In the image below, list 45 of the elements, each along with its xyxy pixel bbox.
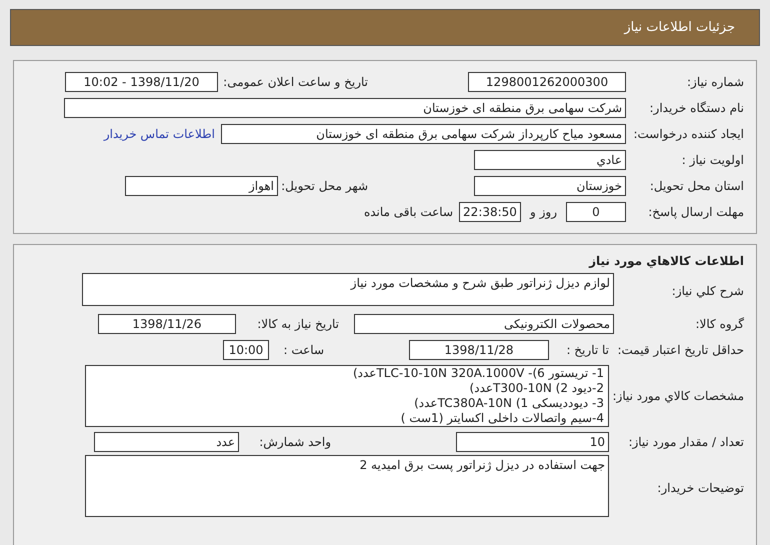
field-label: شماره نیاز: <box>686 74 744 91</box>
field-label: گروه کالا: <box>694 316 744 333</box>
field-label: مشخصات کالاي مورد نياز: <box>611 388 744 405</box>
spec-line: 1- تریستور 6)- TLC-10-10N 320A.1000Vعدد) <box>352 366 604 381</box>
field-label: تعداد / مقدار مورد نیاز: <box>627 434 744 451</box>
field-label: ساعت باقی مانده <box>362 204 454 221</box>
page-title: جزئیات اطلاعات نیاز <box>624 18 735 37</box>
text-field[interactable]: شرکت سهامی برق منطقه ای خوزستان <box>64 98 626 118</box>
text-field[interactable]: اهواز <box>125 176 278 196</box>
text-field[interactable]: 0 <box>566 202 626 222</box>
text-field[interactable]: مسعود میاح کارپرداز شرکت سهامی برق منطقه ای خوزستان <box>221 124 626 144</box>
text-field[interactable]: 1298001262000300 <box>468 72 626 92</box>
text-field[interactable]: عدد <box>94 432 239 452</box>
field-label: تا تاریخ : <box>565 342 609 359</box>
text-field[interactable]: 1398/11/26 <box>98 314 236 334</box>
text-field[interactable]: خوزستان <box>474 176 626 196</box>
field-label: توضیحات خریدار: <box>656 480 744 497</box>
field-label: نام دستگاه خریدار: <box>648 100 744 117</box>
field-label: ساعت : <box>282 342 324 359</box>
text-field[interactable]: عادي <box>474 150 626 170</box>
text-field[interactable]: 10:00 <box>223 340 269 360</box>
text-field[interactable]: محصولات الکترونیکی <box>354 314 614 334</box>
field-label: اولویت نیاز : <box>680 152 744 169</box>
text-area[interactable]: جهت استفاده در دیزل ژنراتور پست برق امیدیه 2 <box>85 455 609 517</box>
field-label: واحد شمارش: <box>258 434 331 451</box>
field-label: روز و <box>528 204 558 221</box>
field-label: شرح کلي نياز: <box>670 283 744 300</box>
text-area[interactable]: 1- تریستور 6)- TLC-10-10N 320A.1000Vعدد) 2-دیود 2) T300-10Nعدد) 3- دیوددیسکی 1) TC380A-10Nعدد) 4-سیم واتصالات داخلی اکسایتر (1ست ) <box>85 365 609 427</box>
field-label: تاریخ و ساعت اعلان عمومی: <box>222 74 368 91</box>
text-area[interactable]: لوازم دیزل ژنراتور طبق شرح و مشخصات مورد نیاز <box>82 273 614 306</box>
field-label: تاریخ نیاز به کالا: <box>256 316 339 333</box>
text-field[interactable]: 22:38:50 <box>459 202 521 222</box>
field-label: حداقل تاریخ اعتبار قیمت: <box>616 342 744 359</box>
field-label: مهلت ارسال پاسخ: <box>647 204 744 221</box>
text-field[interactable]: 1398/11/28 <box>409 340 549 360</box>
field-label: استان محل تحویل: <box>648 178 744 195</box>
spec-line: 3- دیوددیسکی 1) TC380A-10Nعدد) <box>414 396 604 411</box>
section-title: اطلاعات کالاهاي مورد نياز <box>589 253 744 270</box>
text-field[interactable]: 1398/11/20 - 10:02 <box>65 72 218 92</box>
buyer-contact-link[interactable]: اطلاعات تماس خریدار <box>104 125 215 143</box>
spec-line: 4-سیم واتصالات داخلی اکسایتر (1ست ) <box>400 411 604 426</box>
spec-line: 2-دیود 2) T300-10Nعدد) <box>470 381 604 396</box>
field-label: ایجاد کننده درخواست: <box>632 126 744 143</box>
text-field[interactable]: 10 <box>456 432 609 452</box>
field-label: شهر محل تحویل: <box>280 178 368 195</box>
